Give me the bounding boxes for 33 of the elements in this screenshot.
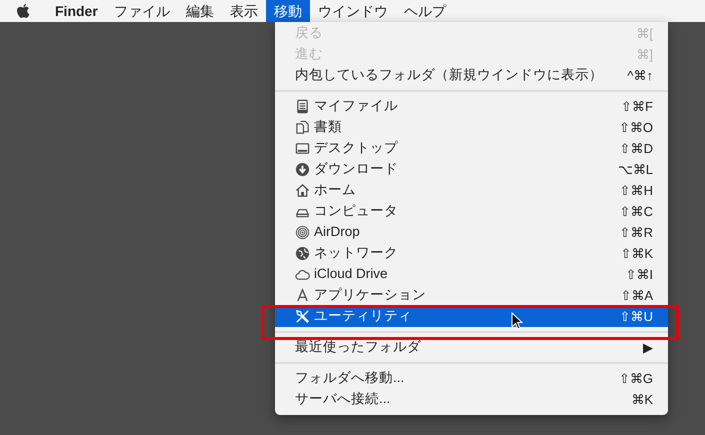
cloud-icon	[295, 267, 310, 282]
download-icon	[295, 162, 310, 177]
menu-item[interactable]: AirDrop ⇧⌘R	[275, 222, 668, 243]
menu-bar-item[interactable]: 編集	[178, 0, 222, 22]
menu-bar-item[interactable]: ファイル	[106, 0, 178, 22]
menu-item[interactable]: iCloud Drive ⇧⌘I	[275, 264, 668, 285]
menu-item[interactable]: ホーム ⇧⌘H	[275, 180, 668, 201]
menu-item[interactable]: ネットワーク ⇧⌘K	[275, 243, 668, 264]
menu-item[interactable]: 書類 ⇧⌘O	[275, 117, 668, 138]
menu-item[interactable]: アプリケーション ⇧⌘A	[275, 285, 668, 306]
signal-rings-icon	[295, 225, 310, 240]
menu-item[interactable]: フォルダへ移動... ⇧⌘G	[275, 368, 668, 389]
menu-item[interactable]: ダウンロード ⌥⌘L	[275, 159, 668, 180]
documents-icon	[295, 120, 310, 135]
house-icon	[295, 183, 310, 198]
menu-item[interactable]: 最近使ったフォルダ ▶	[275, 337, 668, 358]
file-stack-icon	[295, 99, 310, 114]
globe-icon	[295, 246, 310, 261]
menu-item[interactable]: マイファイル ⇧⌘F	[275, 96, 668, 117]
tools-icon	[295, 309, 310, 324]
menu-item[interactable]: サーバへ接続... ⌘K	[275, 389, 668, 410]
menu-item[interactable]: コンピュータ ⇧⌘C	[275, 201, 668, 222]
mouse-pointer-icon	[511, 312, 523, 330]
menu-bar-item[interactable]: ウインドウ	[310, 0, 396, 22]
menu-bar-item[interactable]: Finder	[47, 0, 106, 22]
menu-item[interactable]: 内包しているフォルダ（新規ウインドウに表示） ^⌘↑	[275, 65, 668, 86]
menu-bar-item[interactable]: ヘルプ	[396, 0, 454, 22]
apple-logo-icon[interactable]	[16, 3, 30, 19]
display-icon	[295, 141, 310, 156]
letter-a-icon	[295, 288, 310, 303]
menu-bar-item[interactable]: 移動	[266, 0, 310, 22]
menu-bar-item[interactable]: 表示	[222, 0, 266, 22]
menu-item[interactable]: デスクトップ ⇧⌘D	[275, 138, 668, 159]
